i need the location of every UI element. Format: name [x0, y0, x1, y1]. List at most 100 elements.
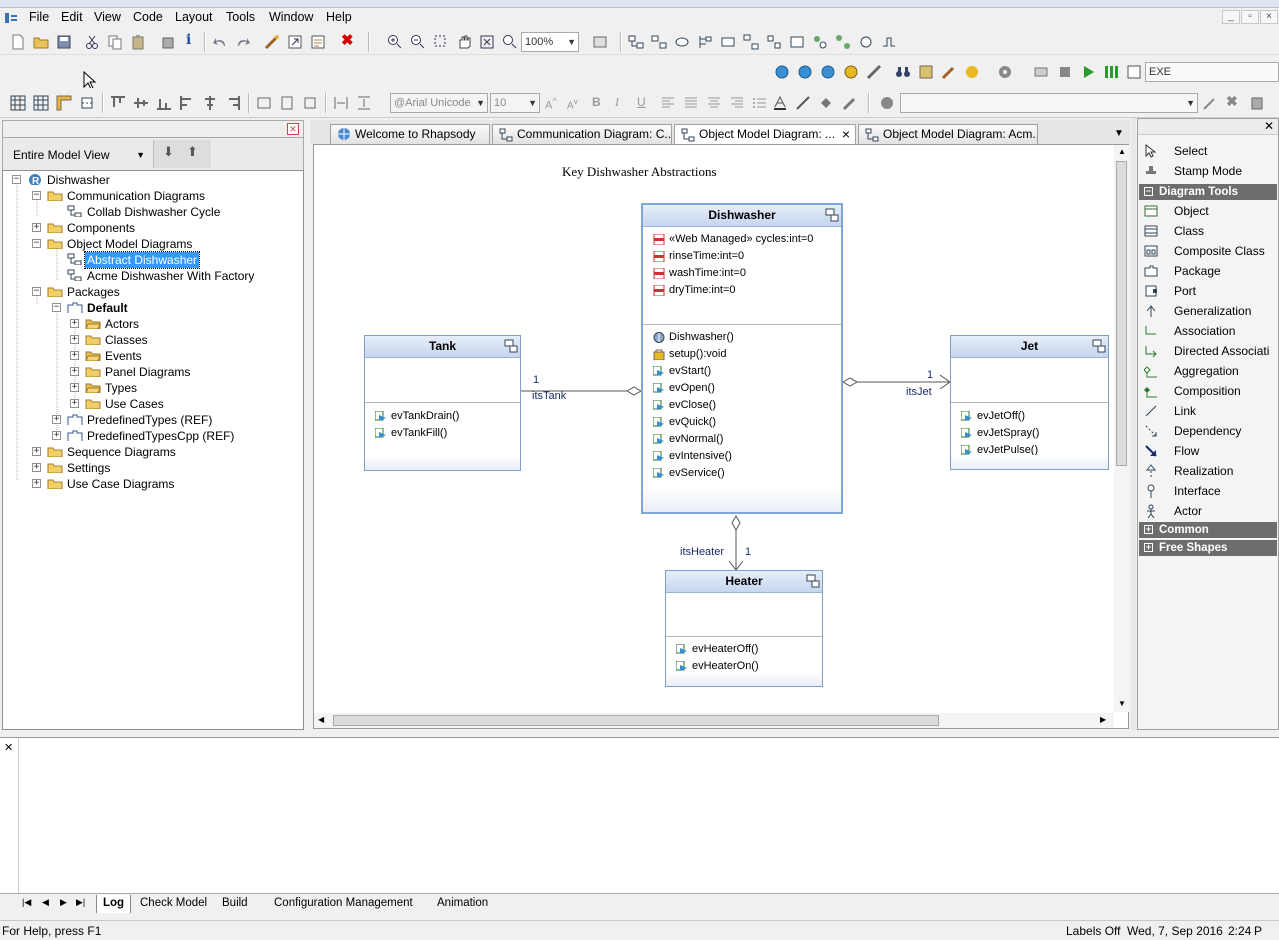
tab-welcome[interactable]: Welcome to Rhapsody [330, 124, 490, 144]
tab-configuration-management[interactable]: Configuration Management [274, 895, 413, 913]
class-jet[interactable]: Jet evJetOff() evJetSpray() evJetPulse() [950, 335, 1109, 470]
diagram-om-icon[interactable] [628, 34, 644, 50]
add-element-icon[interactable] [1202, 95, 1218, 111]
page-breaks-icon[interactable] [79, 95, 95, 111]
palette-object[interactable]: Object [1138, 201, 1278, 221]
tree-item[interactable]: Classes [105, 332, 148, 348]
scroll-down-icon[interactable]: ▼ [1118, 699, 1126, 708]
regen-icon[interactable] [820, 64, 836, 80]
tree-item[interactable]: Communication Diagrams [67, 188, 205, 204]
tree-item[interactable]: Dishwasher [47, 172, 110, 188]
tab-check-model[interactable]: Check Model [140, 895, 207, 913]
diagram-flowchart-icon[interactable] [858, 34, 874, 50]
operation-item[interactable]: evHeaterOff() [676, 641, 758, 658]
rulers-icon[interactable] [56, 95, 72, 111]
save-icon[interactable] [56, 34, 72, 50]
wand-icon[interactable] [264, 34, 280, 50]
search-binoculars-icon[interactable] [895, 64, 911, 80]
vertical-scrollbar[interactable]: ▲ ▼ [1114, 145, 1129, 712]
tab-list-dropdown-icon[interactable]: ▼ [1114, 128, 1124, 139]
diagram-seq-icon[interactable] [651, 34, 667, 50]
diagram-deploy-icon[interactable] [766, 34, 782, 50]
zoom-out-icon[interactable] [410, 34, 426, 50]
operation-item[interactable]: setup():void [653, 346, 726, 363]
report-icon[interactable] [310, 34, 326, 50]
expander-icon[interactable]: + [52, 431, 61, 440]
gmr-all-icon[interactable] [797, 64, 813, 80]
tree-item[interactable]: Packages [67, 284, 120, 300]
palette-actor[interactable]: Actor [1138, 501, 1278, 521]
splitter[interactable] [1131, 118, 1136, 730]
diagram-state-icon[interactable] [812, 34, 828, 50]
expander-icon[interactable]: + [32, 223, 41, 232]
palette-class[interactable]: Class [1138, 221, 1278, 241]
expander-icon[interactable]: − [32, 239, 41, 248]
first-tab-icon[interactable]: |◀ [22, 897, 31, 908]
class-tank[interactable]: Tank evTankDrain() evTankFill() [364, 335, 521, 471]
expander-icon[interactable]: + [52, 415, 61, 424]
operation-item[interactable]: evClose() [653, 397, 716, 414]
expander-icon[interactable]: + [70, 335, 79, 344]
menu-help[interactable]: Help [326, 10, 352, 24]
grid-icon[interactable] [10, 95, 26, 111]
expander-icon[interactable]: + [32, 447, 41, 456]
operation-item[interactable]: evQuick() [653, 414, 716, 431]
text-align-left-icon[interactable] [660, 95, 676, 111]
tree-item[interactable]: Use Cases [105, 396, 164, 412]
diagram-panel-icon[interactable] [789, 34, 805, 50]
bullets-icon[interactable] [752, 95, 768, 111]
settings-gear-icon[interactable] [997, 64, 1013, 80]
app-icon[interactable] [4, 11, 18, 25]
class-link-icon[interactable] [504, 339, 518, 353]
close-palette-icon[interactable]: ✕ [1264, 119, 1274, 133]
move-down-icon[interactable]: ⬇ [163, 144, 174, 160]
horizontal-scroll-thumb[interactable] [333, 715, 939, 726]
zoom-fit-icon[interactable] [479, 34, 495, 50]
align-right-icon[interactable] [225, 95, 241, 111]
palette-section-free-shapes[interactable]: + Free Shapes [1139, 540, 1277, 556]
text-align-right-icon[interactable] [729, 95, 745, 111]
space-vertical-icon[interactable] [356, 95, 372, 111]
last-tab-icon[interactable]: ▶| [76, 897, 85, 908]
expander-icon[interactable]: − [52, 303, 61, 312]
menu-layout[interactable]: Layout [175, 10, 213, 24]
tree-item[interactable]: PredefinedTypesCpp (REF) [87, 428, 234, 444]
font-grow-icon[interactable]: A^ [545, 96, 557, 112]
info-icon[interactable]: i [186, 32, 191, 48]
same-size-icon[interactable] [302, 95, 318, 111]
class-dishwasher[interactable]: Dishwasher «Web Managed» cycles:int=0 rin… [641, 203, 843, 514]
palette-section-common[interactable]: + Common [1139, 522, 1277, 538]
font-select[interactable]: @Arial Unicode ▼ [390, 93, 488, 113]
operation-item[interactable]: evNormal() [653, 431, 723, 448]
tree-item[interactable]: Default [87, 300, 128, 316]
tree-item[interactable]: Actors [105, 316, 139, 332]
close-window-button[interactable]: × [1260, 10, 1278, 24]
tab-log[interactable]: Log [96, 895, 132, 913]
palette-package[interactable]: Package [1138, 261, 1278, 281]
redo-icon[interactable] [235, 34, 251, 50]
operation-item[interactable]: evTankFill() [375, 425, 447, 442]
class-link-icon[interactable] [806, 574, 820, 588]
align-center-icon[interactable] [202, 95, 218, 111]
view-selector[interactable]: Entire Model View ▼ [13, 148, 147, 166]
palette-link[interactable]: Link [1138, 401, 1278, 421]
diagram-timing-icon[interactable] [881, 34, 897, 50]
delete-element-icon[interactable] [1249, 95, 1265, 111]
tree-item[interactable]: Use Case Diagrams [67, 476, 174, 492]
layout-icon[interactable] [592, 34, 608, 50]
palette-section-diagram-tools[interactable]: − Diagram Tools [1139, 184, 1277, 200]
horizontal-scrollbar[interactable]: ◀ ▶ [314, 713, 1114, 728]
tree-item[interactable]: PredefinedTypes (REF) [87, 412, 212, 428]
tree-item[interactable]: Sequence Diagrams [67, 444, 176, 460]
palette-association[interactable]: Association [1138, 321, 1278, 341]
tab-animation[interactable]: Animation [437, 895, 488, 913]
tab-object-model-diagram-acme[interactable]: Object Model Diagram: Acm... [858, 124, 1038, 144]
tool-icon[interactable] [941, 64, 957, 80]
close-output-icon[interactable]: ✕ [4, 741, 13, 754]
expander-icon[interactable]: + [70, 383, 79, 392]
webify-icon[interactable] [964, 64, 980, 80]
font-color-icon[interactable] [772, 95, 788, 111]
expander-icon[interactable]: + [32, 479, 41, 488]
fill-color-icon[interactable] [818, 95, 834, 111]
delete-from-model-icon[interactable] [160, 34, 176, 50]
